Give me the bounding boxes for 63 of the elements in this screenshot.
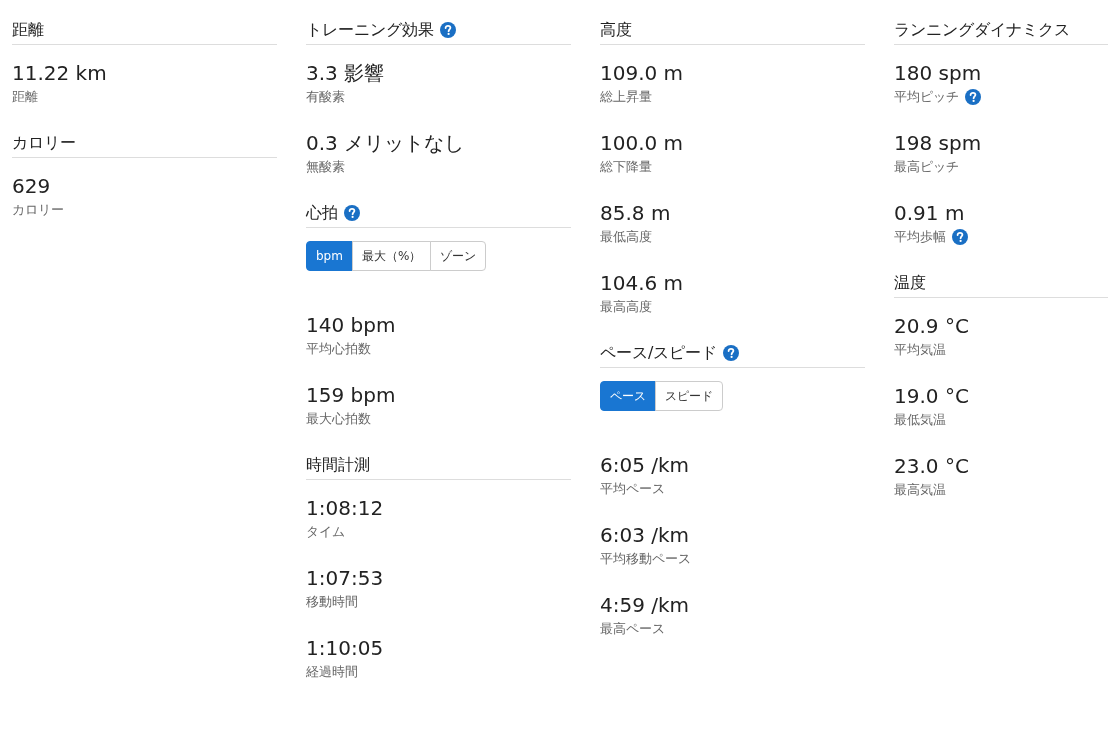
- stat-label: 最高ピッチ: [894, 158, 959, 176]
- stat-value: 629: [12, 173, 51, 200]
- stat-value: 198 spm: [894, 130, 982, 157]
- stat-value: 4:59 /km: [600, 592, 690, 619]
- toggle-option[interactable]: 最大（%）: [351, 241, 432, 271]
- stat-label: 移動時間: [306, 593, 358, 611]
- section-title: 心拍: [306, 202, 338, 224]
- section-title: 温度: [894, 272, 926, 294]
- help-icon[interactable]: [344, 205, 360, 221]
- stat-label: 最高高度: [600, 298, 652, 316]
- toggle-option[interactable]: スピード: [655, 381, 723, 411]
- stat-label: 距離: [12, 88, 38, 106]
- stat-label: 総下降量: [600, 158, 652, 176]
- stat-label: 平均移動ペース: [600, 550, 691, 568]
- section-title: 高度: [600, 19, 632, 41]
- stat-value: 140 bpm: [306, 312, 396, 339]
- stat-label: 最高ペース: [600, 620, 665, 638]
- help-icon[interactable]: [723, 345, 740, 361]
- stat-value: 85.8 m: [600, 200, 671, 227]
- stat-value: 3.3 影響: [306, 60, 385, 87]
- stat-value: 11.22 km: [12, 60, 107, 87]
- stat-value: 109.0 m: [600, 60, 684, 87]
- section-title: カロリー: [12, 132, 76, 154]
- help-icon[interactable]: [952, 229, 968, 245]
- stat-value: 6:03 /km: [600, 522, 690, 549]
- stat-value: 20.9 °C: [894, 313, 969, 340]
- toggle-option[interactable]: ゾーン: [430, 241, 487, 271]
- section-title: 時間計測: [306, 454, 370, 476]
- toggle-option[interactable]: ペース: [600, 381, 656, 411]
- stat-label: 最大心拍数: [306, 410, 371, 428]
- stat-label: 総上昇量: [600, 88, 652, 106]
- stat-label: 最高気温: [894, 481, 946, 499]
- section-title: ペース/スピード: [600, 342, 718, 364]
- stat-label: 平均ピッチ: [894, 88, 959, 106]
- stat-label: 無酸素: [306, 158, 345, 176]
- section-title: ランニングダイナミクス: [894, 19, 1070, 41]
- stat-value: 1:10:05: [306, 635, 384, 662]
- stat-value: 0.91 m: [894, 200, 965, 227]
- help-icon[interactable]: [440, 22, 456, 38]
- stat-label: カロリー: [12, 201, 64, 219]
- stat-value: 1:08:12: [306, 495, 384, 522]
- toggle-option[interactable]: bpm: [306, 241, 353, 271]
- stat-value: 100.0 m: [600, 130, 684, 157]
- stat-value: 180 spm: [894, 60, 982, 87]
- stat-label: 平均気温: [894, 341, 946, 359]
- stat-value: 0.3 メリットなし: [306, 130, 465, 157]
- stat-label: 最低高度: [600, 228, 652, 246]
- stat-label: 平均心拍数: [306, 340, 371, 358]
- stat-value: 6:05 /km: [600, 452, 690, 479]
- help-icon[interactable]: [965, 89, 981, 105]
- stat-value: 159 bpm: [306, 382, 396, 409]
- stat-label: 有酸素: [306, 88, 345, 106]
- stat-label: 平均歩幅: [894, 228, 946, 246]
- stat-value: 23.0 °C: [894, 453, 969, 480]
- stat-label: 最低気温: [894, 411, 946, 429]
- stat-label: 平均ペース: [600, 480, 665, 498]
- stat-value: 1:07:53: [306, 565, 384, 592]
- section-title: 距離: [12, 19, 44, 41]
- section-title: トレーニング効果: [306, 19, 434, 41]
- stat-label: 経過時間: [306, 663, 358, 681]
- stat-label: タイム: [306, 523, 345, 541]
- stat-value: 19.0 °C: [894, 383, 969, 410]
- stat-value: 104.6 m: [600, 270, 684, 297]
